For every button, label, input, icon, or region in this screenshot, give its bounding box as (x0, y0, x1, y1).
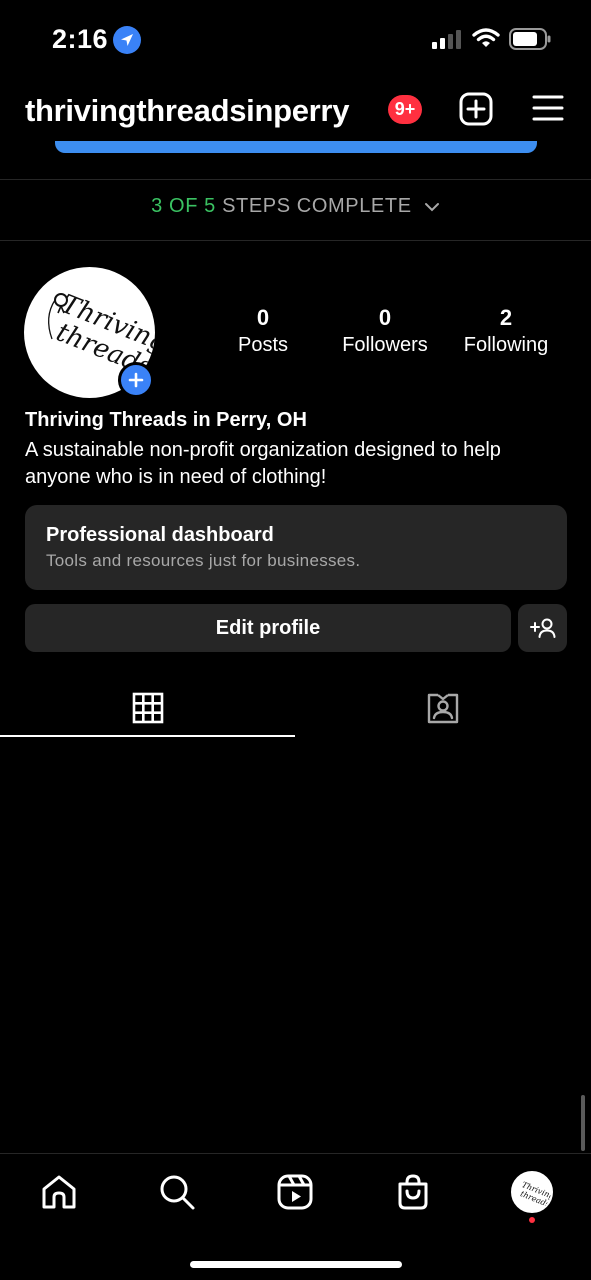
search-icon (160, 1175, 195, 1210)
status-bar: 2:16 (0, 0, 591, 80)
wifi-icon (472, 28, 500, 47)
nav-profile-avatar[interactable]: Thriving threads (511, 1171, 553, 1213)
edit-profile-button[interactable]: Edit profile (25, 604, 511, 652)
nav-home[interactable] (39, 1172, 79, 1212)
stat-label: Posts (237, 334, 289, 356)
divider (0, 179, 591, 180)
profile-activity-dot (529, 1217, 535, 1223)
home-indicator[interactable] (190, 1261, 402, 1268)
battery-icon (509, 28, 551, 50)
profile-name: Thriving Threads in Perry, OH (25, 409, 307, 431)
tab-tagged[interactable] (295, 680, 591, 736)
dashboard-title: Professional dashboard (46, 524, 274, 546)
stat-value: 2 (499, 305, 513, 330)
steps-label: STEPS COMPLETE (222, 195, 412, 217)
location-arrow-icon (113, 26, 141, 54)
posts-stat[interactable]: 0 Posts (198, 305, 328, 359)
chevron-down-icon (424, 202, 439, 212)
discover-people-button[interactable] (518, 604, 567, 652)
stat-value: 0 (256, 305, 270, 330)
tagged-icon (427, 693, 459, 724)
home-icon (42, 1175, 76, 1209)
nav-search[interactable] (157, 1172, 197, 1212)
profile-bio: A sustainable non-profit organization de… (25, 439, 501, 488)
reels-icon (277, 1174, 313, 1210)
add-story-button[interactable] (118, 362, 154, 398)
setup-progress-toggle[interactable]: 3 OF 5 STEPS COMPLETE (0, 195, 591, 218)
scrollbar[interactable] (581, 1095, 585, 1151)
profile-header: thrivingthreadsinperry 9+ (0, 80, 591, 142)
status-time: 2:16 (52, 24, 109, 54)
divider (0, 240, 591, 241)
plus-icon (128, 372, 144, 388)
dashboard-subtitle: Tools and resources just for businesses. (46, 551, 361, 570)
grid-icon (132, 692, 163, 724)
add-person-icon (529, 618, 555, 638)
stat-label: Followers (342, 334, 428, 356)
setup-action-button-edge[interactable] (55, 141, 537, 153)
stat-label: Following (463, 334, 549, 356)
active-tab-indicator (0, 735, 295, 737)
menu-icon[interactable] (532, 94, 564, 122)
account-username[interactable]: thrivingthreadsinperry (25, 93, 349, 129)
tab-posts-grid[interactable] (0, 680, 295, 736)
shop-icon (398, 1174, 428, 1210)
steps-done-count: 3 OF 5 (151, 195, 216, 217)
thriving-threads-logo: Thriving threads (519, 1180, 551, 1209)
bottom-navigation: Thriving threads (0, 1153, 591, 1280)
stat-value: 0 (378, 305, 392, 330)
professional-dashboard-card[interactable]: Professional dashboard Tools and resourc… (25, 505, 567, 590)
create-post-icon[interactable] (459, 92, 493, 126)
nav-shop[interactable] (393, 1172, 433, 1212)
following-stat[interactable]: 2 Following (441, 305, 571, 359)
cellular-signal-icon (432, 30, 461, 49)
nav-reels[interactable] (275, 1172, 315, 1212)
notification-badge[interactable]: 9+ (388, 95, 422, 124)
followers-stat[interactable]: 0 Followers (320, 305, 450, 359)
